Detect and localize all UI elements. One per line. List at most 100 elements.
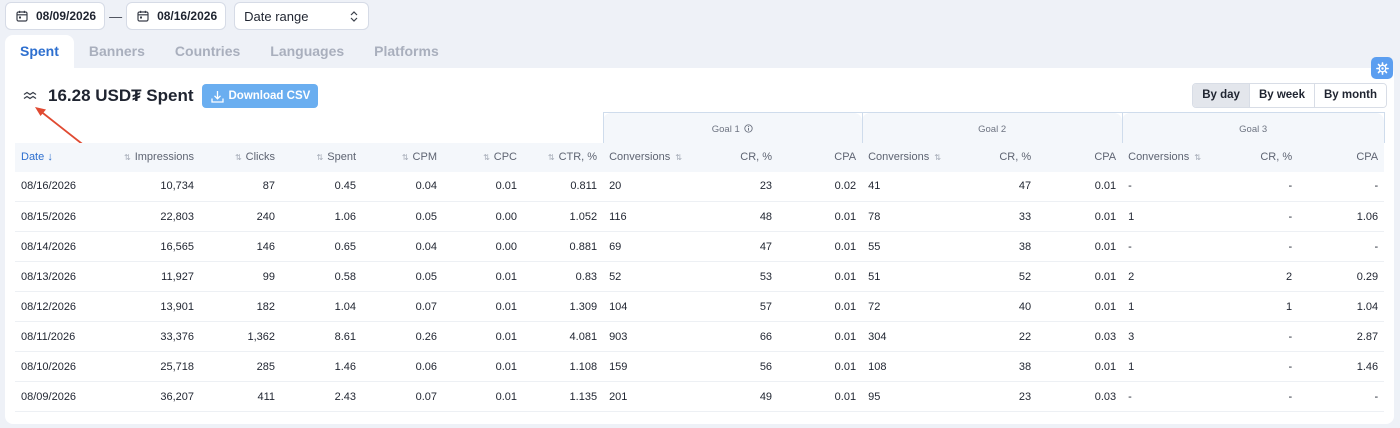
table-cell: 159 (603, 351, 694, 382)
table-cell: 1.108 (523, 351, 604, 382)
table-row: 08/16/2026 10,734 87 0.45 0.04 0.01 0.811 20 23 0… (15, 171, 1385, 202)
table-cell: 2 (1122, 261, 1213, 292)
table-cell: 0.01 (1037, 201, 1123, 232)
chevron-updown-icon (350, 10, 358, 22)
column-cpm[interactable]: ⇅ CPM (362, 142, 443, 172)
sort-icon: ⇅ (234, 153, 242, 162)
table-cell: 23 (693, 171, 779, 202)
column-goal2-cr: CR, % (952, 142, 1038, 172)
table-cell: 0.05 (362, 261, 443, 292)
table-cell: 08/09/2026 (15, 381, 97, 412)
table-cell: 1 (1122, 351, 1213, 382)
table-cell: 4.081 (523, 321, 604, 352)
by-week-button[interactable]: By week (1248, 84, 1314, 107)
table-cell: 47 (952, 171, 1038, 202)
column-goal3-cr: CR, % (1212, 142, 1299, 172)
table-cell: 240 (200, 201, 281, 232)
table-cell: 0.01 (778, 351, 863, 382)
table-cell: 08/11/2026 (15, 321, 97, 352)
table-cell: 56 (693, 351, 779, 382)
table-cell: 33,376 (97, 321, 200, 352)
sort-icon: ⇅ (401, 153, 409, 162)
column-spent[interactable]: ⇅ Spent (281, 142, 362, 172)
table-cell: 0.01 (778, 381, 863, 412)
table-cell: 0.01 (778, 201, 863, 232)
table-cell: 0.01 (1037, 351, 1123, 382)
goal-3-header: Goal 3 (1121, 112, 1385, 143)
column-goal2-conversions[interactable]: Conversions ⇅ (862, 142, 953, 172)
table-cell: 08/13/2026 (15, 261, 97, 292)
table-cell: 1.04 (1298, 291, 1385, 322)
sort-down-icon: ↓ (47, 151, 53, 163)
table-cell: 0.881 (523, 231, 604, 262)
table-cell: 2.43 (281, 381, 362, 412)
column-goal3-conversions[interactable]: Conversions ⇅ (1122, 142, 1213, 172)
table-cell: 0.01 (778, 231, 863, 262)
table-cell: 0.83 (523, 261, 604, 292)
table-cell: 0.05 (362, 201, 443, 232)
column-goal3-cpa: CPA (1298, 142, 1385, 172)
table-cell: 1.06 (1298, 201, 1385, 232)
tab-countries[interactable]: Countries (160, 35, 255, 68)
sort-icon: ⇅ (675, 153, 682, 162)
column-header-row: Date ↓ ⇅ Impressions ⇅ Clicks ⇅ Spent ⇅ CPM … (15, 142, 1385, 172)
column-impressions[interactable]: ⇅ Impressions (97, 142, 200, 172)
info-icon[interactable] (744, 123, 754, 133)
table-cell: - (1212, 321, 1299, 352)
table-cell: - (1122, 171, 1213, 202)
column-goal1-cr: CR, % (693, 142, 779, 172)
table-cell: 1,362 (200, 321, 281, 352)
date-range-select[interactable]: Date range (234, 2, 370, 30)
table-cell: 0.02 (778, 171, 863, 202)
table-cell: 23 (952, 381, 1038, 412)
date-to-value: 08/16/2026 (157, 9, 218, 23)
table-cell: 0.00 (443, 231, 523, 262)
table-cell: 0.01 (778, 261, 863, 292)
table-cell: 16,565 (97, 231, 200, 262)
table-row: 08/14/2026 16,565 146 0.65 0.04 0.00 0.881 69 47… (15, 231, 1385, 262)
table-cell: 87 (200, 171, 281, 202)
table-cell: 285 (200, 351, 281, 382)
report-tabs: Spent Banners Countries Languages Platfo… (5, 35, 454, 68)
date-to-picker[interactable]: 08/16/2026 (126, 2, 227, 30)
table-cell: 0.01 (443, 171, 523, 202)
column-date[interactable]: Date ↓ (15, 142, 97, 172)
table-cell: 38 (952, 231, 1038, 262)
table-cell: 0.01 (1037, 231, 1123, 262)
date-separator: — (109, 8, 123, 24)
column-goal1-cpa: CPA (778, 142, 863, 172)
column-ctr[interactable]: ⇅ CTR, % (523, 142, 604, 172)
table-cell: - (1212, 381, 1299, 412)
table-cell: 0.01 (443, 321, 523, 352)
table-cell: 99 (200, 261, 281, 292)
stats-table: Goal 1 Goal 2 Goal 3 Date ↓ ⇅ Impressions (15, 112, 1385, 412)
table-cell: 0.03 (1037, 381, 1123, 412)
table-cell: 0.58 (281, 261, 362, 292)
table-cell: 78 (862, 201, 953, 232)
chart-toggle-icon[interactable] (23, 89, 37, 103)
table-cell: 0.65 (281, 231, 362, 262)
column-cpc[interactable]: ⇅ CPC (443, 142, 523, 172)
tab-banners[interactable]: Banners (74, 35, 160, 68)
table-cell: 0.01 (778, 291, 863, 322)
column-clicks[interactable]: ⇅ Clicks (200, 142, 281, 172)
table-cell: 0.06 (362, 351, 443, 382)
tab-platforms[interactable]: Platforms (359, 35, 454, 68)
by-month-button[interactable]: By month (1313, 84, 1386, 107)
table-cell: 13,901 (97, 291, 200, 322)
by-day-button[interactable]: By day (1193, 84, 1249, 107)
table-cell: 22,803 (97, 201, 200, 232)
settings-button[interactable] (1371, 57, 1393, 79)
date-from-picker[interactable]: 08/09/2026 (5, 2, 106, 30)
table-cell: 0.07 (362, 291, 443, 322)
table-cell: 3 (1122, 321, 1213, 352)
sort-icon: ⇅ (1194, 153, 1201, 162)
table-cell: 0.04 (362, 231, 443, 262)
column-goal1-conversions[interactable]: Conversions ⇅ (603, 142, 694, 172)
download-csv-button[interactable]: Download CSV (201, 84, 319, 108)
table-cell: 0.01 (443, 291, 523, 322)
table-cell: 08/10/2026 (15, 351, 97, 382)
tab-languages[interactable]: Languages (255, 35, 359, 68)
table-cell: 08/12/2026 (15, 291, 97, 322)
tab-spent[interactable]: Spent (5, 35, 74, 68)
